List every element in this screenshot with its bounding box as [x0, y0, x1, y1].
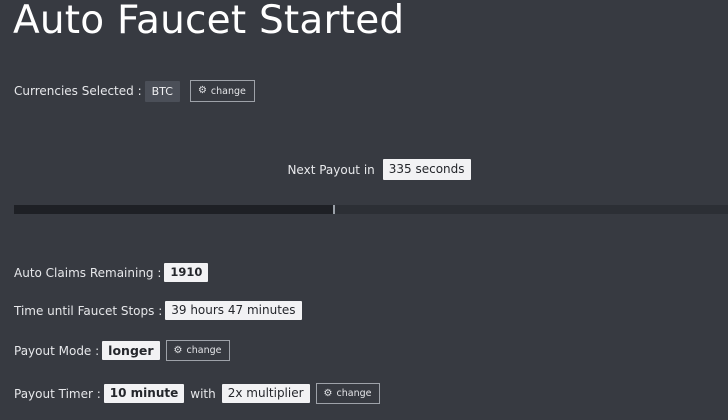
change-payout-mode-label: change: [186, 345, 222, 356]
change-payout-timer-label: change: [336, 388, 372, 399]
multiplier-value: 2x multiplier: [221, 384, 310, 403]
currencies-label: Currencies Selected :: [14, 84, 142, 98]
claims-value: 1910: [164, 263, 209, 282]
payout-progress-fill: [14, 205, 335, 214]
payout-progress-remaining: [335, 205, 728, 214]
payout-mode-value: longer: [102, 341, 160, 360]
gear-icon: ⚙: [323, 387, 333, 399]
payout-mode-row: Payout Mode : longer ⚙ change: [14, 340, 231, 361]
claims-row: Auto Claims Remaining : 1910: [14, 263, 209, 282]
change-currencies-label: change: [210, 85, 246, 97]
next-payout-value: 335 seconds: [382, 159, 471, 180]
change-currencies-button[interactable]: ⚙ change: [189, 80, 255, 102]
faucet-stops-label: Time until Faucet Stops :: [14, 303, 163, 318]
payout-timer-row: Payout Timer : 10 minute with 2x multipl…: [14, 383, 381, 404]
change-payout-mode-button[interactable]: ⚙ change: [165, 340, 231, 361]
change-payout-timer-button[interactable]: ⚙ change: [315, 383, 381, 404]
faucet-stops-row: Time until Faucet Stops : 39 hours 47 mi…: [14, 301, 302, 320]
payout-timer-label: Payout Timer :: [14, 386, 101, 401]
page-title: Auto Faucet Started: [13, 0, 405, 43]
claims-label: Auto Claims Remaining :: [14, 265, 162, 280]
payout-timer-with: with: [190, 386, 216, 401]
next-payout: Next Payout in 335 seconds: [0, 159, 728, 180]
gear-icon: ⚙: [173, 344, 183, 356]
next-payout-label: Next Payout in: [287, 162, 375, 177]
payout-timer-value: 10 minute: [103, 384, 185, 403]
payout-mode-label: Payout Mode :: [14, 343, 100, 358]
faucet-stops-value: 39 hours 47 minutes: [165, 301, 302, 320]
currencies-row: Currencies Selected : BTC ⚙ change: [14, 80, 255, 102]
payout-progress-bar: [14, 205, 728, 214]
gear-icon: ⚙: [197, 85, 207, 96]
currency-badge: BTC: [144, 80, 180, 102]
